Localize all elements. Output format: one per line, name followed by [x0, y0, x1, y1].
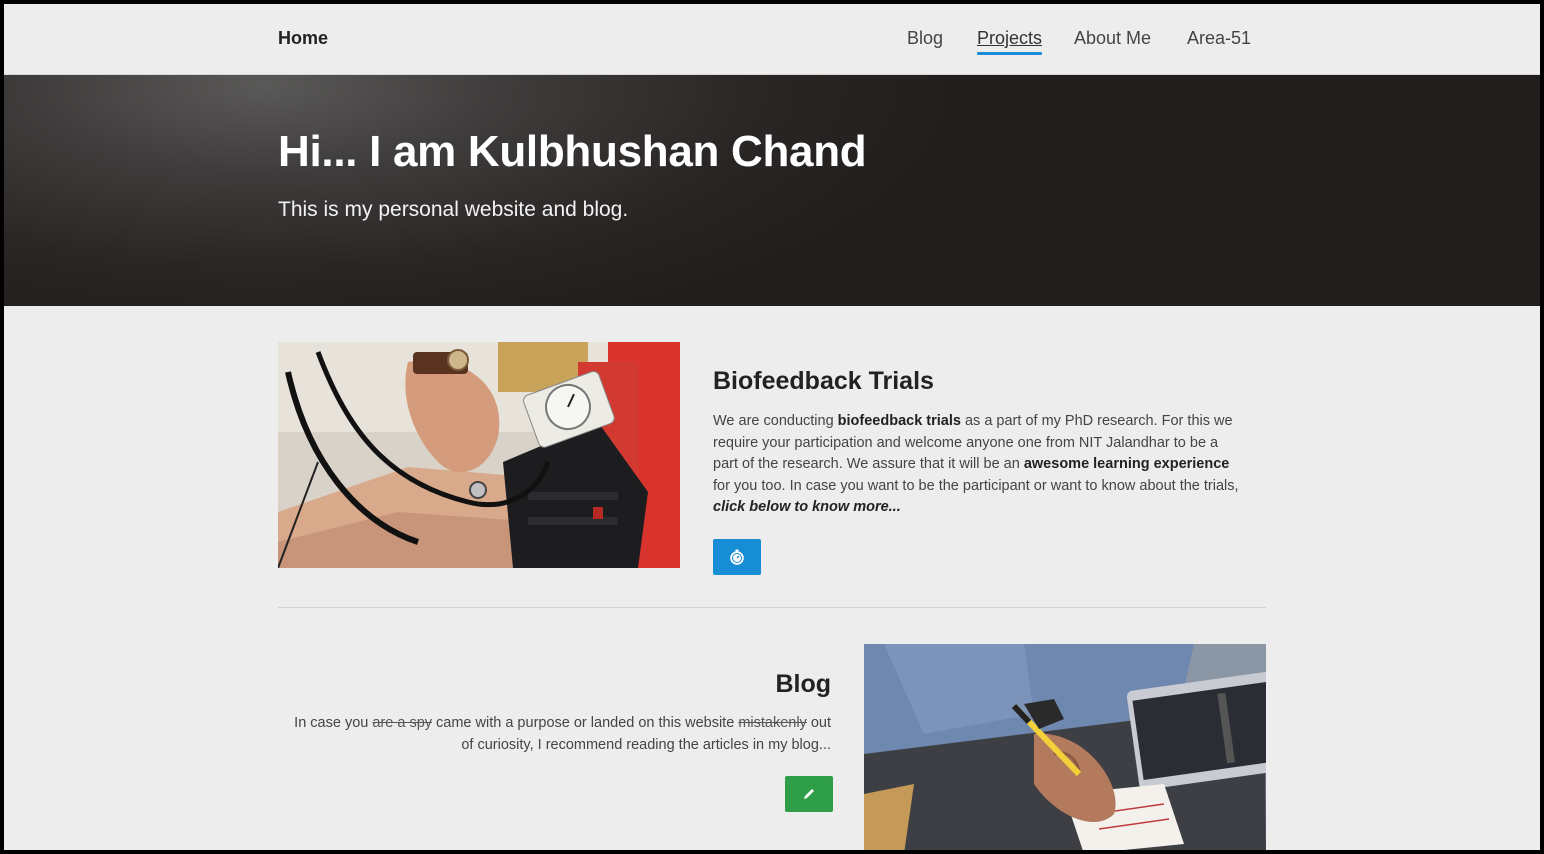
biofeedback-text-3: for you too. In case you want to be the … — [713, 477, 1239, 494]
blog-image — [864, 644, 1266, 850]
navbar: Home Blog Projects About Me Area-51 — [4, 4, 1540, 75]
hero-title: Hi... I am Kulbhushan Chand — [278, 127, 867, 176]
biofeedback-call-to-action: click below to know more... — [713, 499, 901, 516]
biofeedback-bold-2: awesome learning experience — [1023, 456, 1230, 473]
stopwatch-icon — [730, 549, 744, 565]
hero-banner: Hi... I am Kulbhushan Chand This is my p… — [4, 75, 1540, 306]
nav-link-blog[interactable]: Blog — [907, 28, 943, 49]
page-frame: Home Blog Projects About Me Area-51 Hi..… — [4, 4, 1540, 850]
biofeedback-bold-1: biofeedback trials — [837, 413, 961, 429]
blog-strike-2: mistakenly — [738, 715, 807, 731]
blog-strike-1: are a spy — [372, 715, 433, 731]
blog-text-1: In case you — [294, 715, 373, 731]
blog-description: In case you are a spy came with a purpos… — [291, 713, 831, 756]
blog-read-button[interactable] — [785, 776, 833, 812]
hero-subtitle: This is my personal website and blog. — [278, 198, 629, 221]
blog-title: Blog — [775, 670, 831, 698]
biofeedback-more-button[interactable] — [713, 539, 761, 575]
nav-link-projects[interactable]: Projects — [977, 28, 1043, 55]
section-divider — [278, 607, 1266, 608]
biofeedback-title: Biofeedback Trials — [713, 367, 934, 395]
pencil-icon — [804, 789, 814, 799]
biofeedback-image — [278, 342, 680, 568]
nav-link-about-me[interactable]: About Me — [1074, 28, 1151, 49]
biofeedback-description: We are conducting biofeedback trials as … — [713, 411, 1243, 519]
blog-text-2: came with a purpose or landed on this we… — [432, 715, 739, 731]
home-link[interactable]: Home — [278, 28, 328, 49]
nav-link-area-51[interactable]: Area-51 — [1187, 28, 1251, 49]
biofeedback-text-1: We are conducting — [713, 413, 838, 429]
